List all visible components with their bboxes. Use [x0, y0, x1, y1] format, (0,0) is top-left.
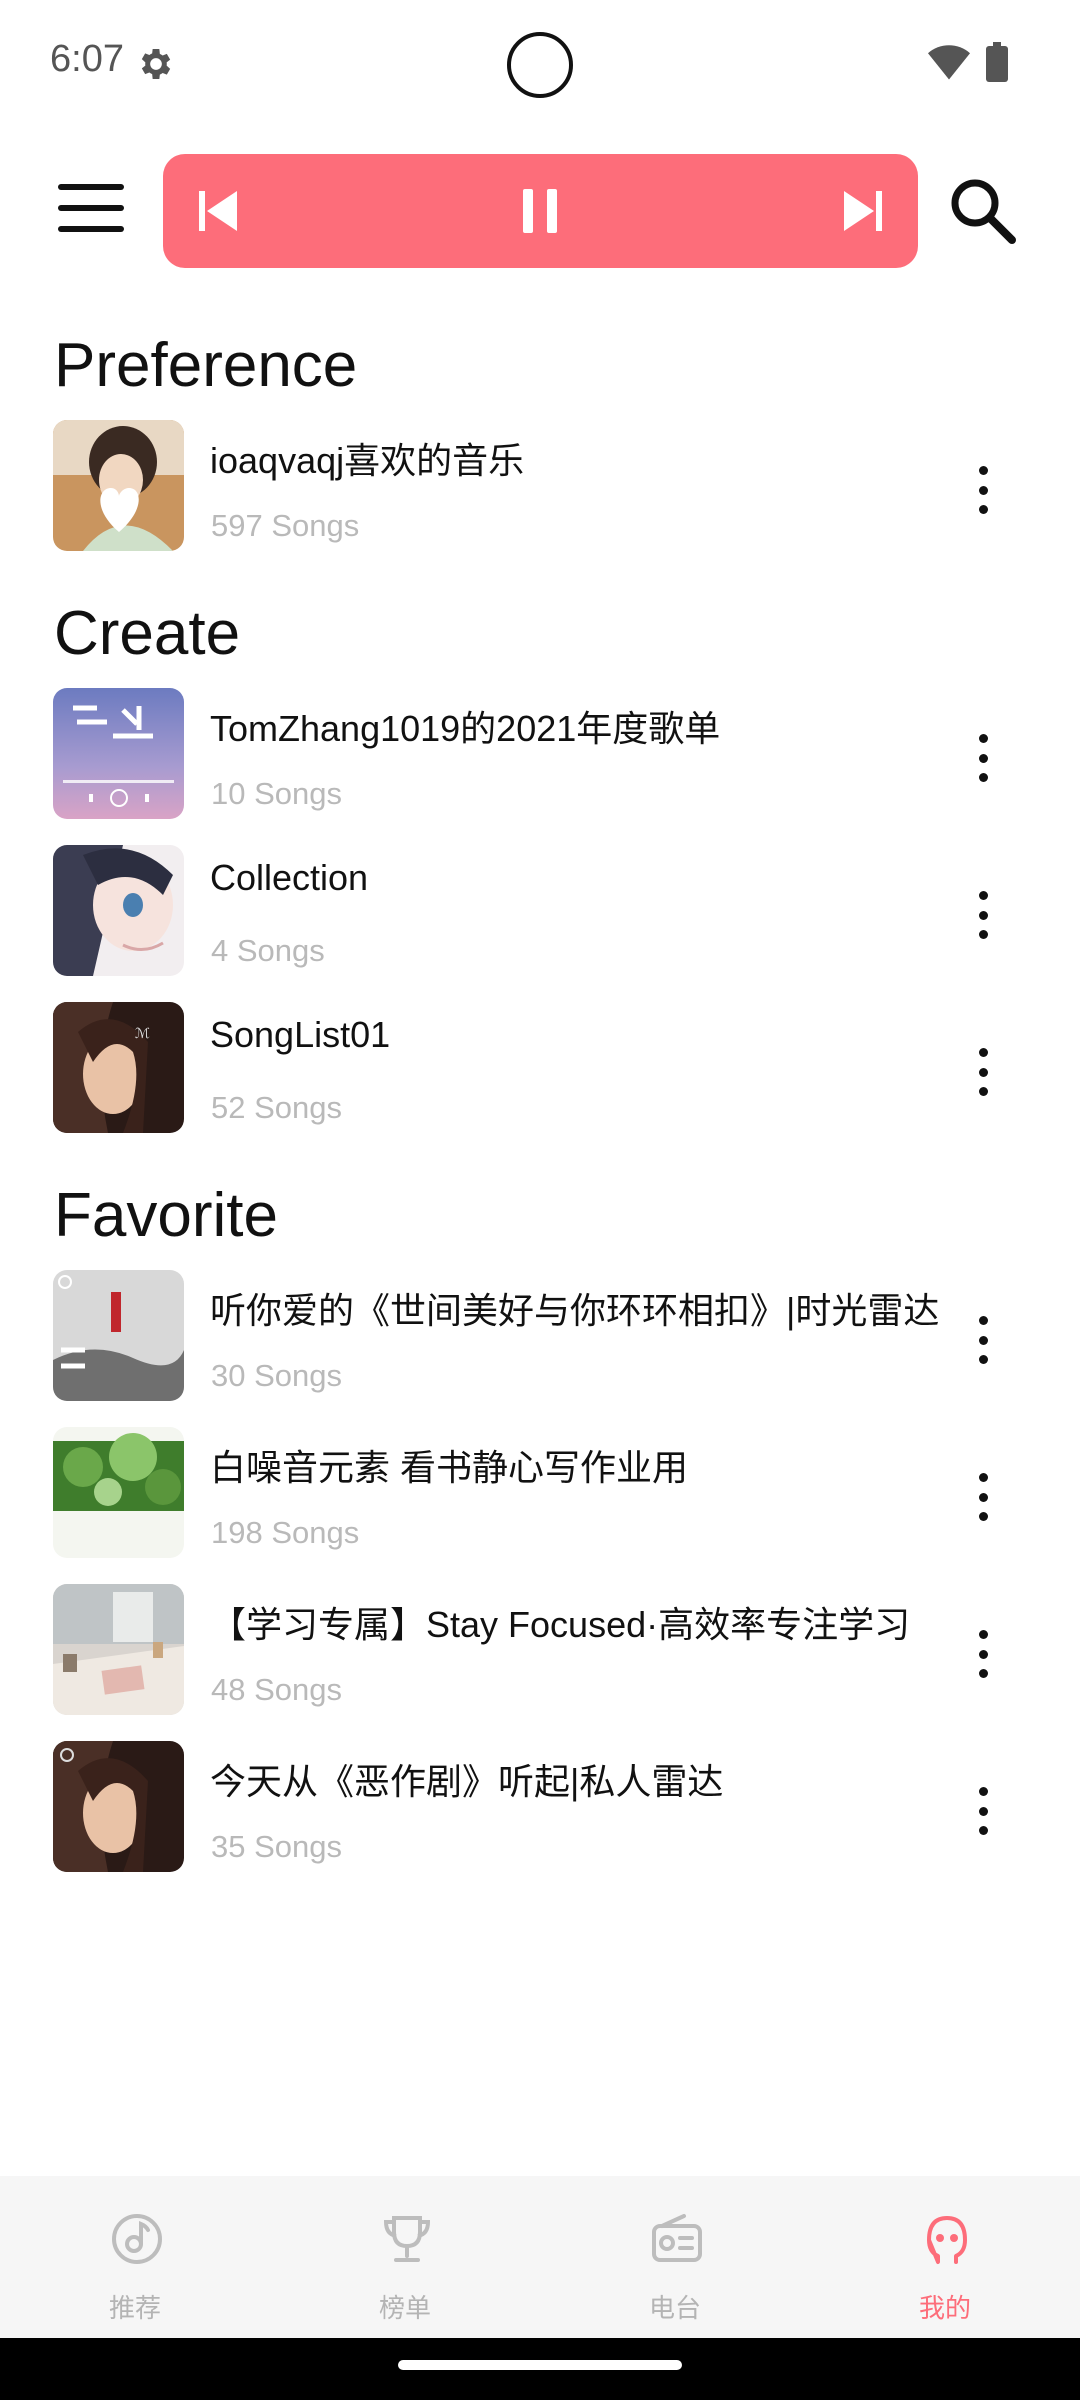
pause-button[interactable]	[485, 154, 595, 268]
playlist-row[interactable]: ioaqvaqj喜欢的音乐 597 Songs	[0, 420, 1080, 560]
status-bar: 6:07	[0, 0, 1080, 130]
playlist-cover: ℳ	[53, 1002, 184, 1133]
playlist-cover	[53, 1584, 184, 1715]
playlist-cover	[53, 688, 184, 819]
playlist-row[interactable]: Collection 4 Songs	[0, 845, 1080, 985]
more-options-icon[interactable]	[968, 1781, 998, 1841]
more-options-icon[interactable]	[968, 1624, 998, 1684]
next-button[interactable]	[808, 154, 918, 268]
playlist-row[interactable]: TomZhang1019的2021年度歌单 10 Songs	[0, 688, 1080, 828]
search-button[interactable]	[948, 176, 1018, 246]
tab-label: 电台	[648, 2293, 701, 2323]
playlist-title: Collection	[210, 857, 369, 898]
hamburger-icon-line	[58, 226, 124, 232]
playlist-row[interactable]: 白噪音元素 看书静心写作业用 198 Songs	[0, 1427, 1080, 1567]
trophy-icon	[383, 2216, 431, 2262]
skip-next-icon	[844, 191, 882, 231]
hamburger-icon-line	[58, 184, 124, 190]
tab-label: 我的	[918, 2293, 971, 2323]
more-options-icon[interactable]	[968, 728, 998, 788]
settings-gear-icon	[141, 49, 171, 79]
mini-player	[163, 154, 918, 268]
more-options-icon[interactable]	[968, 1042, 998, 1102]
more-options-icon[interactable]	[968, 1310, 998, 1370]
playlist-row[interactable]: 听你爱的《世间美好与你环环相扣》|时光雷达 30 Songs	[0, 1270, 1080, 1410]
playlist-title: 听你爱的《世间美好与你环环相扣》|时光雷达	[210, 1290, 940, 1331]
playlist-cover	[53, 1270, 184, 1401]
menu-button[interactable]	[58, 184, 128, 238]
playlist-cover	[53, 1427, 184, 1558]
tab-recommend[interactable]: 推荐	[35, 2176, 235, 2338]
radio-icon	[652, 2214, 702, 2262]
playlist-row[interactable]: 【学习专属】Stay Focused·高效率专注学习 48 Songs	[0, 1584, 1080, 1724]
song-count: 198 Songs	[211, 1515, 360, 1550]
playlist-title: 白噪音元素 看书静心写作业用	[210, 1447, 689, 1488]
playlist-cover	[53, 420, 184, 551]
tab-radio[interactable]: 电台	[575, 2176, 775, 2338]
playlist-title: SongList01	[210, 1014, 391, 1055]
more-options-icon[interactable]	[968, 460, 998, 520]
song-count: 48 Songs	[211, 1672, 342, 1707]
gesture-bar	[0, 2338, 1080, 2400]
playlist-row[interactable]: 今天从《恶作剧》听起|私人雷达 35 Songs	[0, 1741, 1080, 1881]
playlist-title: TomZhang1019的2021年度歌单	[210, 708, 721, 749]
song-count: 4 Songs	[211, 933, 325, 968]
hamburger-icon-line	[58, 205, 124, 211]
playlist-cover	[53, 1741, 184, 1872]
section-title-preference: Preference	[54, 331, 358, 400]
more-options-icon[interactable]	[968, 885, 998, 945]
svg-text:ℳ: ℳ	[135, 1026, 150, 1042]
song-count: 10 Songs	[211, 776, 342, 811]
more-options-icon[interactable]	[968, 1467, 998, 1527]
battery-icon	[986, 42, 1008, 82]
playlist-title: 【学习专属】Stay Focused·高效率专注学习	[210, 1604, 911, 1645]
status-time: 6:07	[50, 38, 124, 80]
pause-icon	[523, 189, 557, 233]
skip-previous-icon	[199, 191, 237, 231]
bottom-nav: 推荐 榜单 电台 我的	[0, 2176, 1080, 2338]
previous-button[interactable]	[163, 154, 273, 268]
playlist-row[interactable]: ℳ SongList01 52 Songs	[0, 1002, 1080, 1142]
song-count: 35 Songs	[211, 1829, 342, 1864]
wifi-icon	[928, 45, 970, 80]
search-icon	[951, 179, 1016, 244]
camera-cutout	[507, 32, 573, 98]
song-count: 30 Songs	[211, 1358, 342, 1393]
playlist-cover	[53, 845, 184, 976]
tab-label: 榜单	[378, 2293, 431, 2323]
music-note-icon	[112, 2214, 162, 2264]
song-count: 52 Songs	[211, 1090, 342, 1125]
profile-icon	[927, 2216, 967, 2264]
song-count: 597 Songs	[211, 508, 360, 543]
tab-mine[interactable]: 我的	[845, 2176, 1045, 2338]
playlist-title: ioaqvaqj喜欢的音乐	[210, 440, 525, 481]
section-title-create: Create	[54, 599, 241, 668]
section-title-favorite: Favorite	[54, 1181, 278, 1250]
tab-charts[interactable]: 榜单	[305, 2176, 505, 2338]
playlist-title: 今天从《恶作剧》听起|私人雷达	[210, 1761, 724, 1802]
home-indicator[interactable]	[398, 2360, 682, 2370]
tab-label: 推荐	[108, 2293, 161, 2323]
